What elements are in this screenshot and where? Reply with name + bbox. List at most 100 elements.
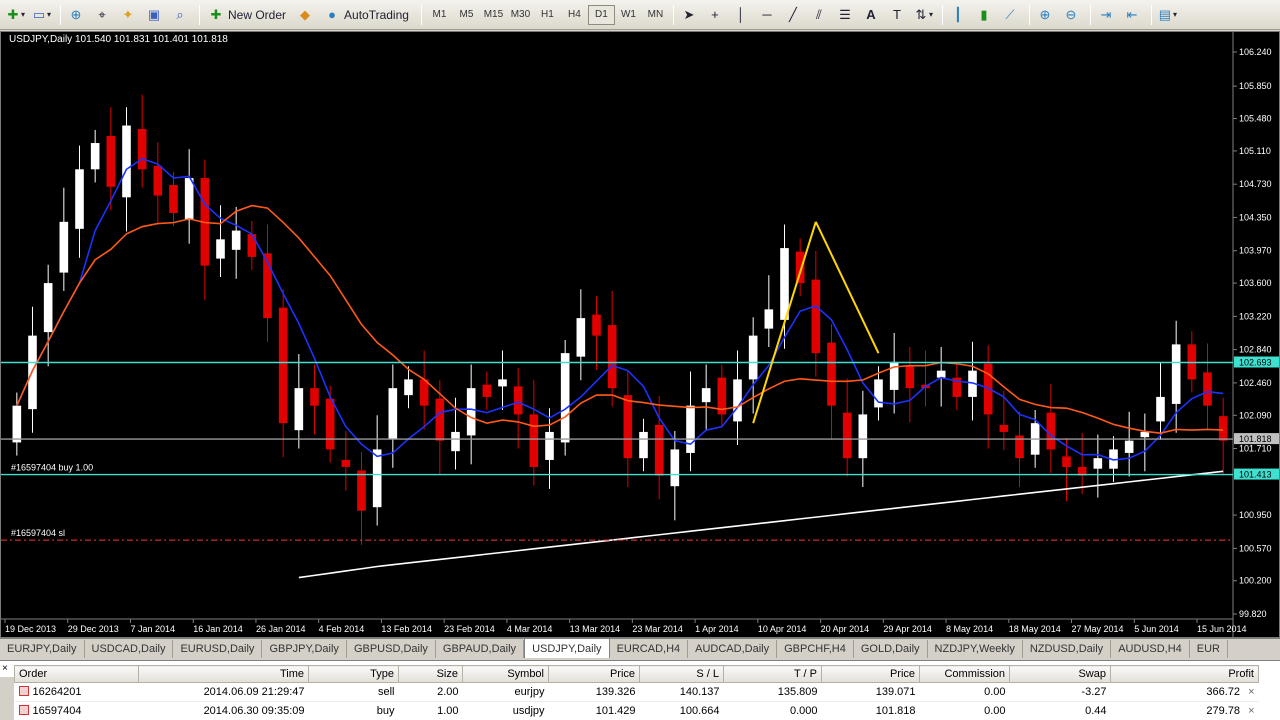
candle-body [231, 230, 241, 250]
column-header[interactable]: Profit [1110, 665, 1259, 683]
column-header[interactable]: Commission [919, 665, 1010, 683]
chart-tab[interactable]: NZDUSD,Daily [1023, 640, 1112, 658]
timeframe-m5[interactable]: M5 [453, 5, 480, 25]
timeframe-h1[interactable]: H1 [534, 5, 561, 25]
chart-tab[interactable]: EUR [1190, 640, 1228, 658]
column-header[interactable]: Swap [1009, 665, 1111, 683]
crosshair-tool-button[interactable]: + [704, 4, 726, 26]
text-button[interactable]: A [860, 4, 882, 26]
candle-body [1093, 458, 1103, 469]
chart-tab[interactable]: GBPCHF,H4 [777, 640, 854, 658]
chart-tab[interactable]: EURUSD,Daily [173, 640, 263, 658]
equidistant-channel-button[interactable]: ⫽ [808, 4, 830, 26]
vertical-line-button[interactable]: │ [730, 4, 752, 26]
crosshair-button[interactable]: ⌖ [91, 4, 113, 26]
periods-button[interactable]: ▤ ▾ [1156, 4, 1178, 26]
order-value: 0.000 [789, 705, 818, 717]
date-tick-label: 10 Apr 2014 [758, 624, 807, 634]
cursor-button[interactable]: ➤ [678, 4, 700, 26]
chart-tab[interactable]: EURCAD,H4 [610, 640, 689, 658]
chart-tab[interactable]: EURJPY,Daily [0, 640, 85, 658]
chart-tab[interactable]: AUDCAD,Daily [688, 640, 778, 658]
candle-body [795, 251, 805, 284]
ma-fast-line [16, 157, 1224, 461]
order-type-icon [18, 686, 29, 696]
chart-tab[interactable]: AUDUSD,H4 [1111, 640, 1190, 658]
column-header[interactable]: Price [548, 665, 640, 683]
candle-body [654, 424, 664, 476]
market-watch-button[interactable]: ✦ [117, 4, 139, 26]
terminal-close-icon[interactable]: × [2, 664, 12, 674]
horizontal-line-button[interactable]: ─ [756, 4, 778, 26]
fibonacci-button[interactable]: ☰ [834, 4, 856, 26]
autotrading-button[interactable]: ● AutoTrading [320, 4, 413, 26]
column-header[interactable]: S / L [639, 665, 724, 683]
bar-chart-button[interactable]: ┃ [947, 4, 969, 26]
timeframe-mn[interactable]: MN [642, 5, 669, 25]
column-header[interactable]: Order [14, 665, 139, 683]
candle-body [1046, 412, 1056, 450]
metaeditor-button[interactable]: ◆ [294, 4, 316, 26]
chart-window[interactable]: 106.240 105.850 105.480 105.110 104.730 104.3… [0, 31, 1280, 638]
arrows-button[interactable]: ⇅ ▾ [912, 4, 934, 26]
candle-body [59, 221, 69, 273]
profiles-button[interactable]: ▭ ▾ [30, 4, 52, 26]
trendline-button[interactable]: ╱ [782, 4, 804, 26]
new-order-button[interactable]: ✚ New Order [204, 4, 290, 26]
order-value: 279.78 [1206, 705, 1241, 717]
chart-tab[interactable]: GBPUSD,Daily [347, 640, 436, 658]
order-value: 135.809 [777, 686, 818, 698]
column-header[interactable]: Type [308, 665, 399, 683]
candle-body [216, 239, 225, 259]
chart-tab[interactable]: GBPJPY,Daily [262, 640, 347, 658]
close-order-icon[interactable]: × [1248, 686, 1254, 698]
order-row[interactable]: 16264201 2014.06.09 21:29:47 sell 2.00 eurjp… [14, 682, 1259, 702]
autotrading-label: AutoTrading [344, 7, 409, 22]
zoom-in-button[interactable]: ⊕ [1034, 4, 1056, 26]
candle-body [999, 424, 1009, 432]
candle-body [811, 279, 821, 354]
chart-tab[interactable]: USDCAD,Daily [85, 640, 174, 658]
timeframe-m1[interactable]: M1 [426, 5, 453, 25]
column-header[interactable]: T / P [723, 665, 822, 683]
timeframe-m15[interactable]: M15 [480, 5, 507, 25]
chart-tab[interactable]: GOLD,Daily [854, 640, 928, 658]
timeframe-h4[interactable]: H4 [561, 5, 588, 25]
navigator-button[interactable]: ▣ [143, 4, 165, 26]
close-order-icon[interactable]: × [1248, 705, 1254, 717]
column-header[interactable]: Symbol [462, 665, 549, 683]
price-tick-label: 101.710 [1239, 444, 1272, 454]
timeframe-d1[interactable]: D1 [587, 4, 615, 25]
line-chart-button[interactable]: ⟋ [999, 4, 1021, 26]
column-header[interactable]: Time [138, 665, 309, 683]
crosshair-icon: ⌖ [98, 6, 106, 22]
auto-scroll-button[interactable]: ⇥ [1095, 4, 1117, 26]
candle-body [827, 342, 836, 406]
date-tick-label: 19 Dec 2013 [5, 624, 56, 634]
zoom-out-button[interactable]: ⊖ [1060, 4, 1082, 26]
orders-header-row: Order Time Type Size Symbol Price S / LT / P Pr… [14, 665, 1259, 683]
candle-body [1203, 372, 1212, 406]
candle-body [247, 234, 257, 257]
chart-shift-button[interactable]: ⇤ [1121, 4, 1143, 26]
resistance-line-label: 102.693 [1239, 358, 1272, 368]
chart-tab[interactable]: GBPAUD,Daily [436, 640, 525, 658]
timeframe-m30[interactable]: M30 [507, 5, 534, 25]
candlesticks-button[interactable]: ▮ [973, 4, 995, 26]
data-window-button[interactable]: ⌕ [169, 4, 191, 26]
candle-body [90, 143, 100, 170]
text-icon: A [866, 6, 876, 22]
chart-canvas[interactable]: 106.240 105.850 105.480 105.110 104.730 104.3… [1, 32, 1279, 637]
column-header[interactable]: Size [398, 665, 463, 683]
order-cell-price: 101.429 [548, 701, 640, 720]
chart-tab[interactable]: USDJPY,Daily [524, 638, 610, 658]
chart-tab[interactable]: NZDJPY,Weekly [928, 640, 1023, 658]
timeframe-w1[interactable]: W1 [615, 5, 642, 25]
new-chart-button[interactable]: ✚ ▾ [4, 4, 26, 26]
date-tick-label: 13 Mar 2014 [570, 624, 621, 634]
zoom-button[interactable]: ⊕ [65, 4, 87, 26]
date-tick-label: 13 Feb 2014 [381, 624, 432, 634]
order-row[interactable]: 16597404 2014.06.30 09:35:09 buy 1.00 usdjpy… [14, 701, 1259, 720]
text-label-button[interactable]: T [886, 4, 908, 26]
column-header[interactable]: Price [821, 665, 920, 683]
